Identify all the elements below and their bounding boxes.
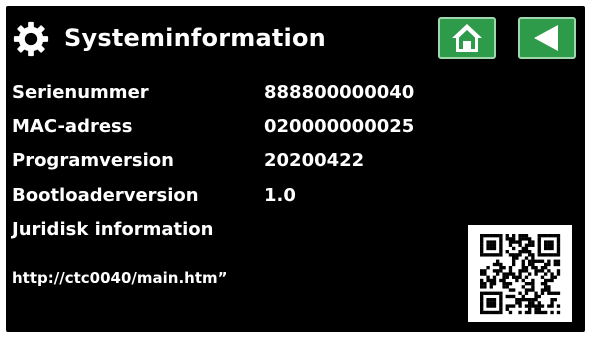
- mac-address-value: 020000000025: [264, 116, 415, 137]
- serial-number-label: Serienummer: [12, 82, 149, 103]
- legal-url: http://ctc0040/main.htm”: [12, 269, 228, 287]
- program-version-value: 20200422: [264, 150, 365, 171]
- back-arrow-icon: [534, 25, 558, 51]
- home-icon: [452, 24, 482, 52]
- page-title: Systeminformation: [64, 24, 326, 52]
- gear-icon: [13, 21, 49, 57]
- home-button[interactable]: [438, 17, 496, 59]
- mac-address-label: MAC-adress: [12, 116, 133, 137]
- serial-number-value: 888800000040: [264, 82, 415, 103]
- qr-code: [468, 225, 572, 322]
- qr-code-pattern: [480, 234, 561, 315]
- bootloader-version-label: Bootloaderversion: [12, 185, 199, 206]
- system-info-screen: Systeminformation Serienummer 8888000000…: [6, 6, 585, 332]
- bootloader-version-value: 1.0: [264, 185, 296, 206]
- back-button[interactable]: [518, 17, 576, 59]
- program-version-label: Programversion: [12, 150, 174, 171]
- legal-info-label: Juridisk information: [12, 219, 214, 240]
